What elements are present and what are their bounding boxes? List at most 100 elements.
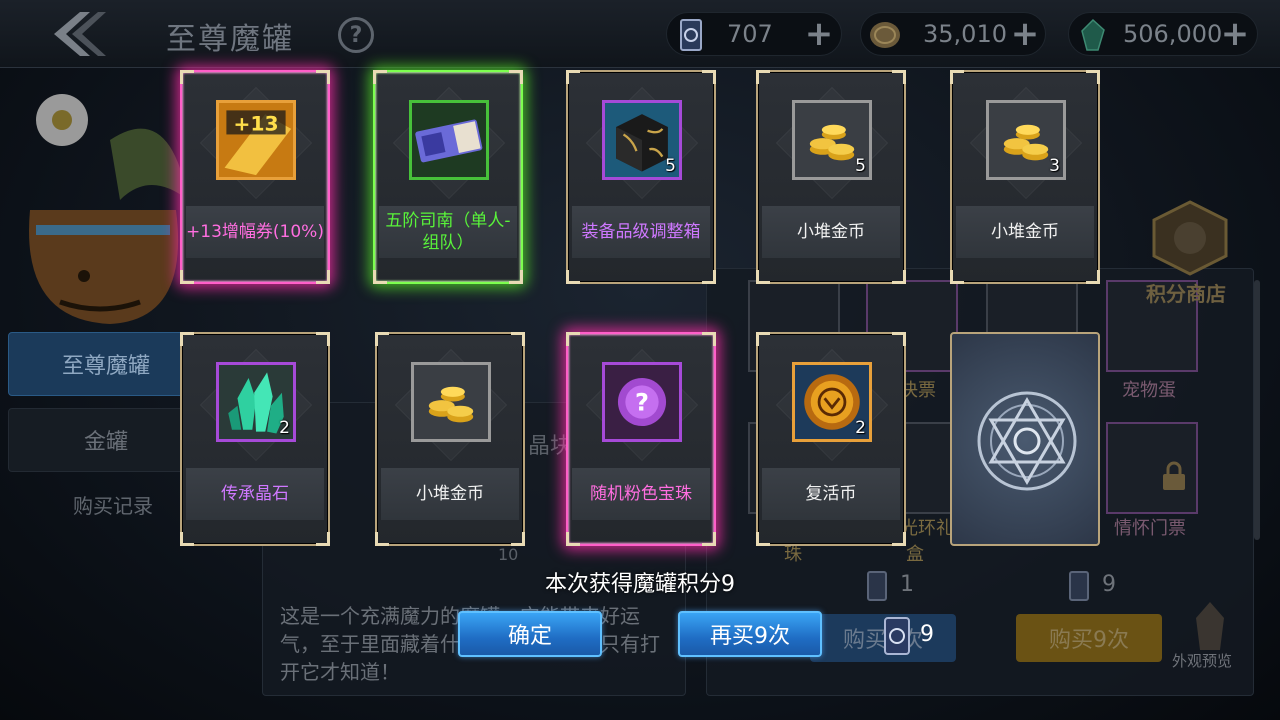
reward-icon-frame: 5 — [792, 100, 872, 180]
reward-name: 小堆金币 — [956, 206, 1094, 258]
back-arrow-icon — [54, 12, 106, 56]
card-corner — [756, 532, 770, 546]
scrollbar[interactable] — [1254, 280, 1260, 540]
card-corner — [756, 332, 770, 346]
svg-text:+13: +13 — [233, 112, 278, 136]
green-crystal-icon — [1081, 18, 1105, 51]
card-corner — [950, 270, 964, 284]
reward-quantity: 2 — [279, 418, 290, 438]
currency-value: 506,000 — [1123, 20, 1223, 48]
reward-card: 五阶司南（单人-组队） — [373, 70, 523, 284]
pink-orb-icon: ? — [605, 365, 679, 439]
reward-card: 5 装备品级调整箱 — [566, 70, 716, 284]
card-corner — [180, 70, 194, 84]
reward-icon-frame — [411, 362, 491, 442]
reward-card: ? 随机粉色宝珠 — [566, 332, 716, 546]
card-corner — [566, 532, 580, 546]
card-corner — [373, 270, 387, 284]
card-corner — [1086, 270, 1100, 284]
page-title: 至尊魔罐 — [166, 22, 294, 57]
reward-quantity: 2 — [855, 418, 866, 438]
card-corner — [375, 532, 389, 546]
reward-name: +13增幅券(10%) — [186, 206, 324, 258]
gold-coin-icon — [870, 22, 900, 48]
reward-icon-frame: 2 — [216, 362, 296, 442]
card-corner — [892, 270, 906, 284]
points-earned-message: 本次获得魔罐积分9 — [545, 572, 735, 597]
card-ticket-icon — [680, 19, 702, 51]
gold-pile-icon — [414, 365, 488, 439]
card-corner — [316, 70, 330, 84]
rebuy-nine-button[interactable]: 再买9次 — [678, 611, 822, 657]
card-corner — [375, 332, 389, 346]
card-corner — [316, 332, 330, 346]
card-ticket-icon — [884, 617, 910, 655]
currency-crystal: 506,000 + — [1068, 12, 1258, 56]
reward-name: 装备品级调整箱 — [572, 206, 710, 258]
card-corner — [373, 70, 387, 84]
card-corner — [702, 532, 716, 546]
reward-card: 5 小堆金币 — [756, 70, 906, 284]
card-corner — [1086, 70, 1100, 84]
reward-name: 五阶司南（单人-组队） — [379, 206, 517, 258]
unrevealed-card[interactable] — [950, 332, 1100, 546]
top-bar: 至尊魔罐 ? 707 + 35,010 + 506,000 + — [0, 0, 1280, 68]
preview-item-label: 情怀门票 — [1114, 518, 1186, 539]
confirm-button[interactable]: 确定 — [458, 611, 602, 657]
reward-icon-frame: 2 — [792, 362, 872, 442]
card-corner — [892, 70, 906, 84]
compass-ticket-icon — [412, 103, 486, 177]
card-corner — [702, 332, 716, 346]
lock-icon — [1163, 461, 1185, 490]
card-corner — [950, 70, 964, 84]
reward-card: 2 复活币 — [756, 332, 906, 546]
reward-quantity: 5 — [665, 156, 676, 176]
reward-name: 随机粉色宝珠 — [572, 468, 710, 520]
buy-nine-button[interactable]: 购买9次 — [1016, 614, 1162, 662]
card-corner — [180, 270, 194, 284]
card-corner — [756, 270, 770, 284]
reward-name: 复活币 — [762, 468, 900, 520]
reward-icon-frame: 3 — [986, 100, 1066, 180]
rebuy-cost: 9 — [920, 622, 934, 647]
points-shop-label: 积分商店 — [1146, 282, 1226, 306]
add-gold-button[interactable]: + — [1009, 17, 1041, 51]
shop-crest-icon — [1152, 200, 1228, 276]
reward-icon-frame — [409, 100, 489, 180]
partial-text: 盒 — [906, 544, 924, 565]
currency-card-tickets: 707 + — [666, 12, 842, 56]
amplify-ticket-icon: +13 — [219, 103, 293, 177]
card-corner — [509, 70, 523, 84]
reward-card: 3 小堆金币 — [950, 70, 1100, 284]
help-button[interactable]: ? — [338, 17, 374, 53]
reward-card: 2 传承晶石 — [180, 332, 330, 546]
partial-text: 10 — [498, 545, 519, 564]
reward-icon-frame: ? — [602, 362, 682, 442]
card-corner — [702, 270, 716, 284]
card-corner — [756, 70, 770, 84]
reward-card: 小堆金币 — [375, 332, 525, 546]
add-card-tickets-button[interactable]: + — [803, 17, 835, 51]
reward-icon-frame: 5 — [602, 100, 682, 180]
add-crystal-button[interactable]: + — [1219, 17, 1251, 51]
card-corner — [511, 332, 525, 346]
back-button[interactable] — [40, 8, 120, 60]
tab-gold-jar[interactable]: 金罐 — [8, 408, 204, 472]
currency-gold: 35,010 + — [860, 12, 1046, 56]
card-corner — [180, 332, 194, 346]
reward-icon-frame: +13 — [216, 100, 296, 180]
reward-name: 传承晶石 — [186, 468, 324, 520]
reward-quantity: 5 — [855, 156, 866, 176]
svg-text:?: ? — [635, 388, 649, 416]
card-corner — [316, 270, 330, 284]
knight-figure-icon — [1196, 602, 1224, 650]
card-corner — [892, 332, 906, 346]
card-corner — [511, 532, 525, 546]
tab-supreme-jar[interactable]: 至尊魔罐 — [8, 332, 204, 396]
card-corner — [566, 270, 580, 284]
appearance-preview-button[interactable]: 外观预览 — [1172, 650, 1232, 671]
currency-value: 707 — [727, 20, 773, 48]
card-corner — [892, 532, 906, 546]
card-corner — [180, 532, 194, 546]
card-corner — [702, 70, 716, 84]
